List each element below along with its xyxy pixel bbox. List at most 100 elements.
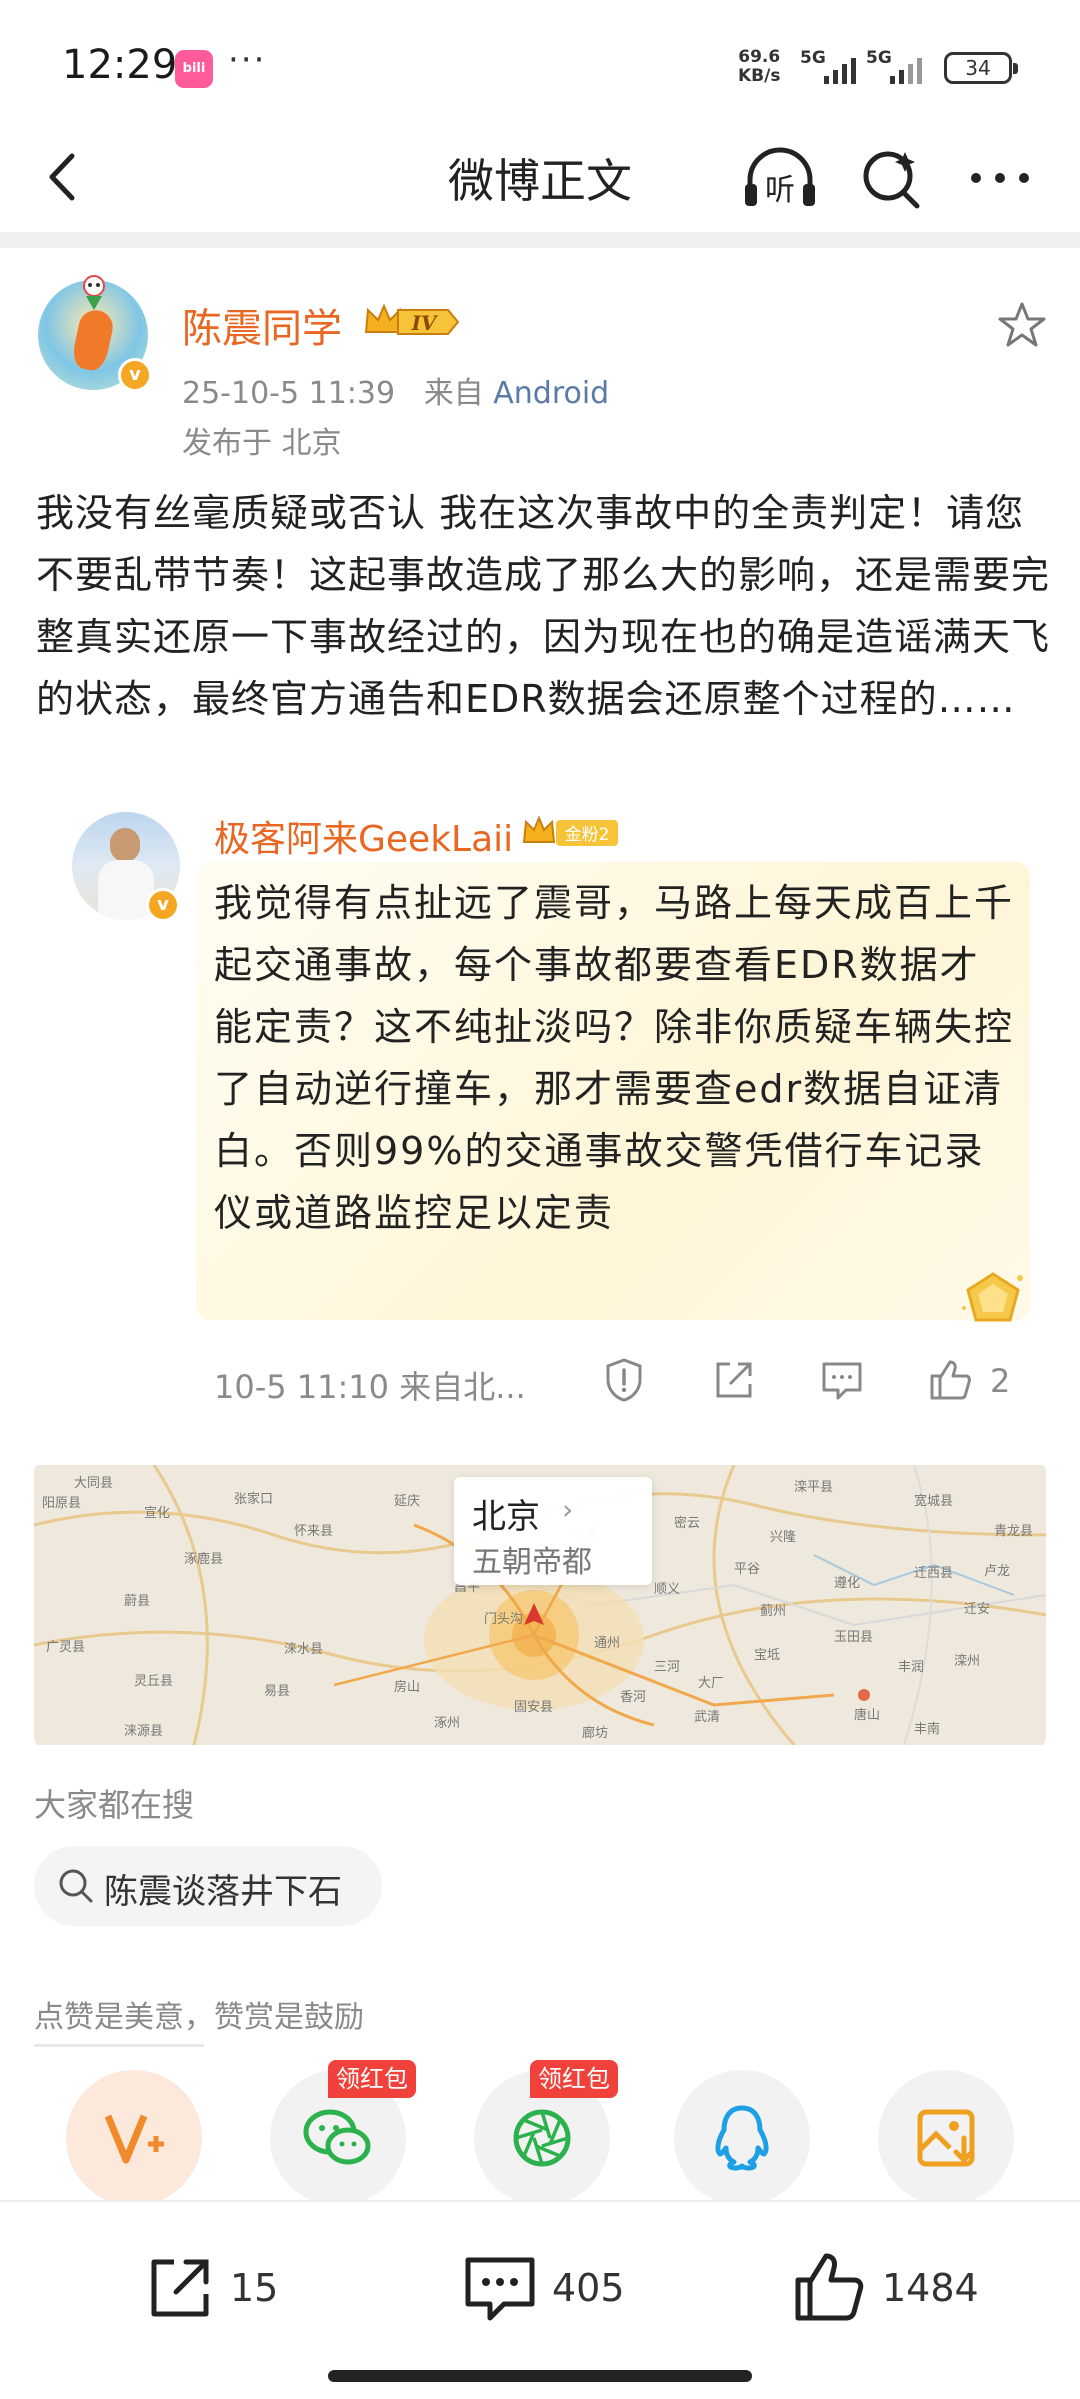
reward-underline [34,2044,204,2047]
map-city-subtitle: 五朝帝都 [472,1545,592,1580]
map-place: 兴隆 [770,1530,796,1545]
qq-share-button[interactable] [674,2070,810,2206]
fan-badge-text: 金粉2 [565,825,610,845]
network-speed: 69.6 KB/s [738,48,780,86]
bilibili-app-icon: bili [175,50,213,88]
reward-title: 点赞是美意，赞赏是鼓励 [34,2000,364,2035]
signal-icon: 5G [800,48,864,84]
map-place: 张家口 [234,1491,273,1507]
map-city-label[interactable]: 北京 › 五朝帝都 [454,1477,652,1585]
hot-search-title: 大家都在搜 [34,1786,195,1824]
like-count: 1484 [882,2266,979,2310]
comment-button[interactable]: 405 [460,2248,640,2328]
hot-search-chip[interactable]: 陈震谈落井下石 [34,1846,382,1926]
more-options-icon[interactable] [960,140,1040,215]
search-icon[interactable] [855,140,930,215]
repost-icon [151,2259,209,2317]
headphones-listen-icon[interactable]: 听 [740,140,820,215]
map-place: 大同县 [74,1476,113,1491]
map-place: 迁安 [964,1602,990,1617]
report-icon[interactable] [600,1356,648,1404]
map-place: 三河 [654,1660,680,1675]
map-place: 宝坻 [754,1647,780,1663]
hot-search-query: 陈震谈落井下石 [104,1872,342,1912]
signal-icon-2: 5G [866,48,930,84]
home-indicator[interactable] [328,2370,752,2382]
post-source-prefix: 来自 [423,376,484,411]
map-place: 武清 [694,1710,720,1725]
map-place: 灵丘县 [134,1674,173,1689]
like-button[interactable]: 1484 [790,2248,990,2328]
level-crown-badge: IV [364,303,460,335]
network-speed-value: 69.6 [738,47,781,67]
post-time: 25-10-5 11:39 [182,376,396,411]
comment-like-count: 2 [990,1362,1011,1400]
location-map[interactable]: 阳原县 宣化 大同县 张家口 涿鹿县 怀来县 延庆 门头沟 通州 顺义 平谷 三… [34,1465,1046,1745]
top-nav: 微博正文 听 [0,130,1080,230]
comment-actions: 10-5 11:10 来自北... 2 [0,1352,1080,1412]
map-place: 遵化 [834,1575,860,1591]
repost-count: 15 [230,2266,279,2310]
map-place: 房山 [394,1679,420,1695]
fan-level-badge: 金粉2 [522,816,618,846]
level-badge-text: IV [411,311,439,335]
map-place: 顺义 [654,1582,680,1597]
gem-decoration-icon [962,1272,1023,1322]
map-place: 滦州 [954,1653,980,1669]
save-image-button[interactable] [878,2070,1014,2206]
moments-icon [513,2109,571,2167]
like-thumb-icon[interactable] [926,1356,974,1404]
comment-text: 我觉得有点扯远了震哥，马路上每天成百上千起交通事故，每个事故都要查看EDR数据才… [214,881,1015,1235]
red-packet-tag[interactable]: 领红包 [530,2060,618,2098]
map-place: 丰南 [914,1721,940,1737]
post-location: 发布于 北京 [182,426,342,461]
author-name[interactable]: 陈震同学 [182,296,342,354]
comment-meta: 10-5 11:10 来自北... [214,1368,526,1406]
red-packet-tag[interactable]: 领红包 [328,2060,416,2098]
listen-label: 听 [765,173,795,208]
author-avatar[interactable]: v [38,275,152,392]
map-place: 涿州 [434,1716,460,1731]
reward-v-icon [104,2114,164,2164]
commenter-verified-icon: v [146,888,180,922]
search-icon [59,1869,93,1903]
map-place: 迁西县 [914,1566,953,1581]
map-place: 易县 [264,1684,290,1699]
map-place: 怀来县 [294,1524,333,1539]
post-source: Android [493,376,610,411]
reward-button[interactable] [66,2070,202,2206]
map-place: 阳原县 [42,1496,81,1511]
qq-penguin-icon [715,2105,769,2171]
map-place: 大厂 [698,1676,724,1691]
share-out-icon[interactable] [710,1356,758,1404]
map-place: 涿鹿县 [184,1551,223,1567]
like-thumb-icon [795,2253,864,2321]
share-row: 领红包 领红包 [0,2060,1080,2220]
battery-icon: 34 [944,52,1018,84]
favorite-star-icon[interactable] [996,300,1048,352]
map-place: 玉田县 [834,1630,873,1645]
map-place: 固安县 [514,1700,553,1715]
map-place: 密云 [674,1515,700,1531]
map-place: 蓟州 [760,1604,786,1619]
network-speed-unit: KB/s [738,66,781,86]
comment-icon[interactable] [818,1356,866,1404]
map-city-name: 北京 [472,1497,540,1537]
map-place: 宣化 [144,1505,170,1521]
map-place: 香河 [620,1690,646,1705]
comment-bubble-icon [465,2257,535,2321]
map-place: 青龙县 [994,1524,1033,1539]
map-place: 涞源县 [124,1724,163,1739]
repost-button[interactable]: 15 [140,2248,300,2328]
map-place: 通州 [594,1636,620,1651]
map-place: 广灵县 [46,1640,85,1655]
map-place: 宽城县 [914,1493,953,1509]
comment-count: 405 [552,2266,625,2310]
section-divider [0,232,1080,248]
map-place: 丰润 [898,1660,924,1675]
map-place: 蔚县 [124,1594,150,1609]
status-more-icon: ··· [228,40,267,80]
status-bar: 12:29 bili ··· 69.6 KB/s 5G 5G 34 [0,0,1080,130]
commenter-name[interactable]: 极客阿来GeekLaii [214,810,513,862]
status-time: 12:29 [62,42,178,88]
